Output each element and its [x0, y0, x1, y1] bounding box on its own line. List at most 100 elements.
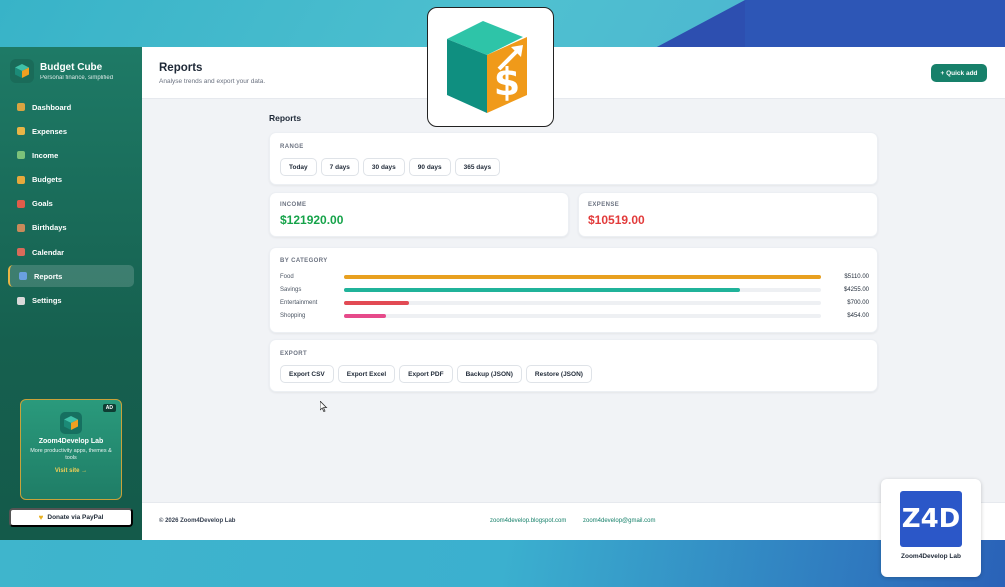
category-row: Entertainment $700.00	[280, 296, 869, 309]
category-value: $700.00	[847, 299, 869, 306]
expenses-icon	[17, 127, 25, 136]
page-title: Reports	[159, 62, 203, 74]
donate-label: Donate via PayPal	[47, 514, 104, 521]
category-bar-track	[344, 287, 821, 292]
budgets-icon	[17, 175, 25, 184]
export-card: EXPORT Export CSV Export Excel Export PDF B…	[269, 339, 878, 392]
category-bar-fill	[344, 313, 387, 318]
category-bar-track	[344, 300, 821, 305]
dashboard-icon	[17, 103, 25, 111]
background-band	[0, 540, 1005, 587]
category-bar-fill	[344, 274, 821, 279]
income-card: INCOME $121920.00	[269, 192, 569, 237]
ad-card[interactable]: AD Zoom4Develop Lab More productivity ap…	[20, 399, 122, 500]
income-label: INCOME	[280, 202, 307, 208]
category-bar-track	[344, 274, 821, 279]
cube-dollar-logo-icon: $	[446, 21, 527, 113]
ad-description: More productivity apps, themes & tools	[30, 448, 112, 462]
budget-cube-app-logo: $	[427, 7, 554, 127]
background-shape	[745, 0, 1005, 48]
category-bar-track	[344, 313, 821, 318]
category-value: $4255.00	[843, 286, 869, 293]
export-button[interactable]: Export Excel	[337, 365, 396, 383]
settings-icon	[17, 296, 25, 305]
ad-badge: AD	[102, 404, 116, 412]
sidebar-item-label: Settings	[32, 296, 62, 305]
sidebar-item-birthdays[interactable]: Birthdays	[8, 217, 134, 239]
zoom4develop-watermark: Z4D Zoom4Develop Lab	[881, 479, 981, 577]
category-name: Food	[280, 273, 294, 280]
category-name: Entertainment	[280, 299, 318, 306]
footer: © 2026 Zoom4Develop Lab zoom4develop.blo…	[142, 502, 1005, 540]
expense-label: EXPENSE	[588, 202, 620, 208]
category-value: $5110.00	[844, 273, 869, 280]
footer-blog-link[interactable]: zoom4develop.blogspot.com	[490, 518, 566, 524]
by-category-card: BY CATEGORY Food $5110.00 Savings $4255.00 E…	[269, 247, 878, 333]
category-bar-fill	[344, 300, 410, 305]
expense-card: EXPENSE $10519.00	[578, 192, 878, 237]
sidebar-item-label: Income	[32, 150, 59, 160]
brand-title: Budget Cube	[40, 61, 103, 73]
footer-copyright: © 2026 Zoom4Develop Lab	[159, 518, 236, 524]
category-list: Food $5110.00 Savings $4255.00 Entertainment…	[280, 270, 869, 322]
z4d-logo-icon: Z4D	[900, 491, 962, 547]
donate-paypal-button[interactable]: ♥ Donate via PayPal	[9, 508, 133, 527]
cube-logo-icon	[10, 59, 34, 83]
sidebar-item-label: Calendar	[32, 247, 65, 257]
export-button[interactable]: Export PDF	[399, 365, 453, 383]
sidebar-item-expenses[interactable]: Expenses	[8, 120, 134, 142]
svg-text:$: $	[493, 60, 519, 104]
sidebar-nav: Dashboard Expenses Income Budgets Goals Birth…	[8, 96, 134, 314]
by-category-label: BY CATEGORY	[280, 258, 328, 264]
income-icon	[17, 151, 25, 160]
watermark-text: Zoom4Develop Lab	[901, 553, 961, 560]
sidebar-item-label: Reports	[34, 271, 63, 281]
sidebar-item-label: Dashboard	[32, 102, 72, 112]
sidebar-item-label: Goals	[32, 199, 53, 209]
birthdays-icon	[17, 223, 25, 232]
income-amount: $121920.00	[280, 213, 344, 227]
sidebar-item-reports[interactable]: Reports	[8, 265, 134, 288]
ad-visit-link[interactable]: Visit site →	[21, 468, 121, 474]
range-option-button[interactable]: 365 days	[454, 158, 501, 176]
quick-add-button[interactable]: + Quick add	[931, 64, 987, 82]
footer-email-link[interactable]: zoom4develop@gmail.com	[583, 518, 655, 524]
sidebar-item-calendar[interactable]: Calendar	[8, 241, 134, 263]
category-value: $454.00	[847, 312, 869, 319]
range-option-button[interactable]: 90 days	[408, 158, 451, 176]
sidebar: Budget Cube Personal finance, simplified…	[0, 47, 142, 540]
cube-logo-icon	[60, 412, 82, 434]
range-option-button[interactable]: Today	[280, 158, 317, 176]
export-button[interactable]: Restore (JSON)	[525, 365, 592, 383]
brand[interactable]: Budget Cube Personal finance, simplified	[10, 59, 113, 83]
sidebar-item-settings[interactable]: Settings	[8, 290, 134, 312]
category-name: Shopping	[280, 312, 306, 319]
sidebar-item-goals[interactable]: Goals	[8, 193, 134, 215]
range-options: Today 7 days 30 days 90 days 365 days	[280, 158, 504, 176]
goals-icon	[17, 199, 25, 208]
category-row: Food $5110.00	[280, 270, 869, 283]
section-title: Reports	[269, 113, 302, 123]
range-option-button[interactable]: 30 days	[362, 158, 405, 176]
export-button[interactable]: Backup (JSON)	[456, 365, 522, 383]
heart-icon: ♥	[38, 513, 44, 522]
sidebar-item-label: Expenses	[32, 126, 68, 136]
range-option-button[interactable]: 7 days	[320, 158, 359, 176]
expense-amount: $10519.00	[588, 213, 645, 227]
background-shape	[655, 0, 745, 48]
category-name: Savings	[280, 286, 302, 293]
category-bar-fill	[344, 287, 740, 292]
topbar: Reports Analyse trends and export your d…	[142, 47, 1005, 99]
range-card: RANGE Today 7 days 30 days 90 days 365 days	[269, 132, 878, 185]
main-content: Reports Analyse trends and export your d…	[142, 47, 1005, 540]
export-buttons: Export CSV Export Excel Export PDF Backup (…	[280, 365, 596, 383]
page-subtitle: Analyse trends and export your data.	[159, 78, 266, 85]
ad-title: Zoom4Develop Lab	[38, 438, 104, 445]
sidebar-item-income[interactable]: Income	[8, 144, 134, 166]
sidebar-item-label: Birthdays	[32, 223, 67, 233]
export-button[interactable]: Export CSV	[280, 365, 334, 383]
sidebar-item-budgets[interactable]: Budgets	[8, 169, 134, 191]
reports-icon	[19, 272, 27, 281]
category-row: Shopping $454.00	[280, 309, 869, 322]
sidebar-item-dashboard[interactable]: Dashboard	[8, 96, 134, 118]
